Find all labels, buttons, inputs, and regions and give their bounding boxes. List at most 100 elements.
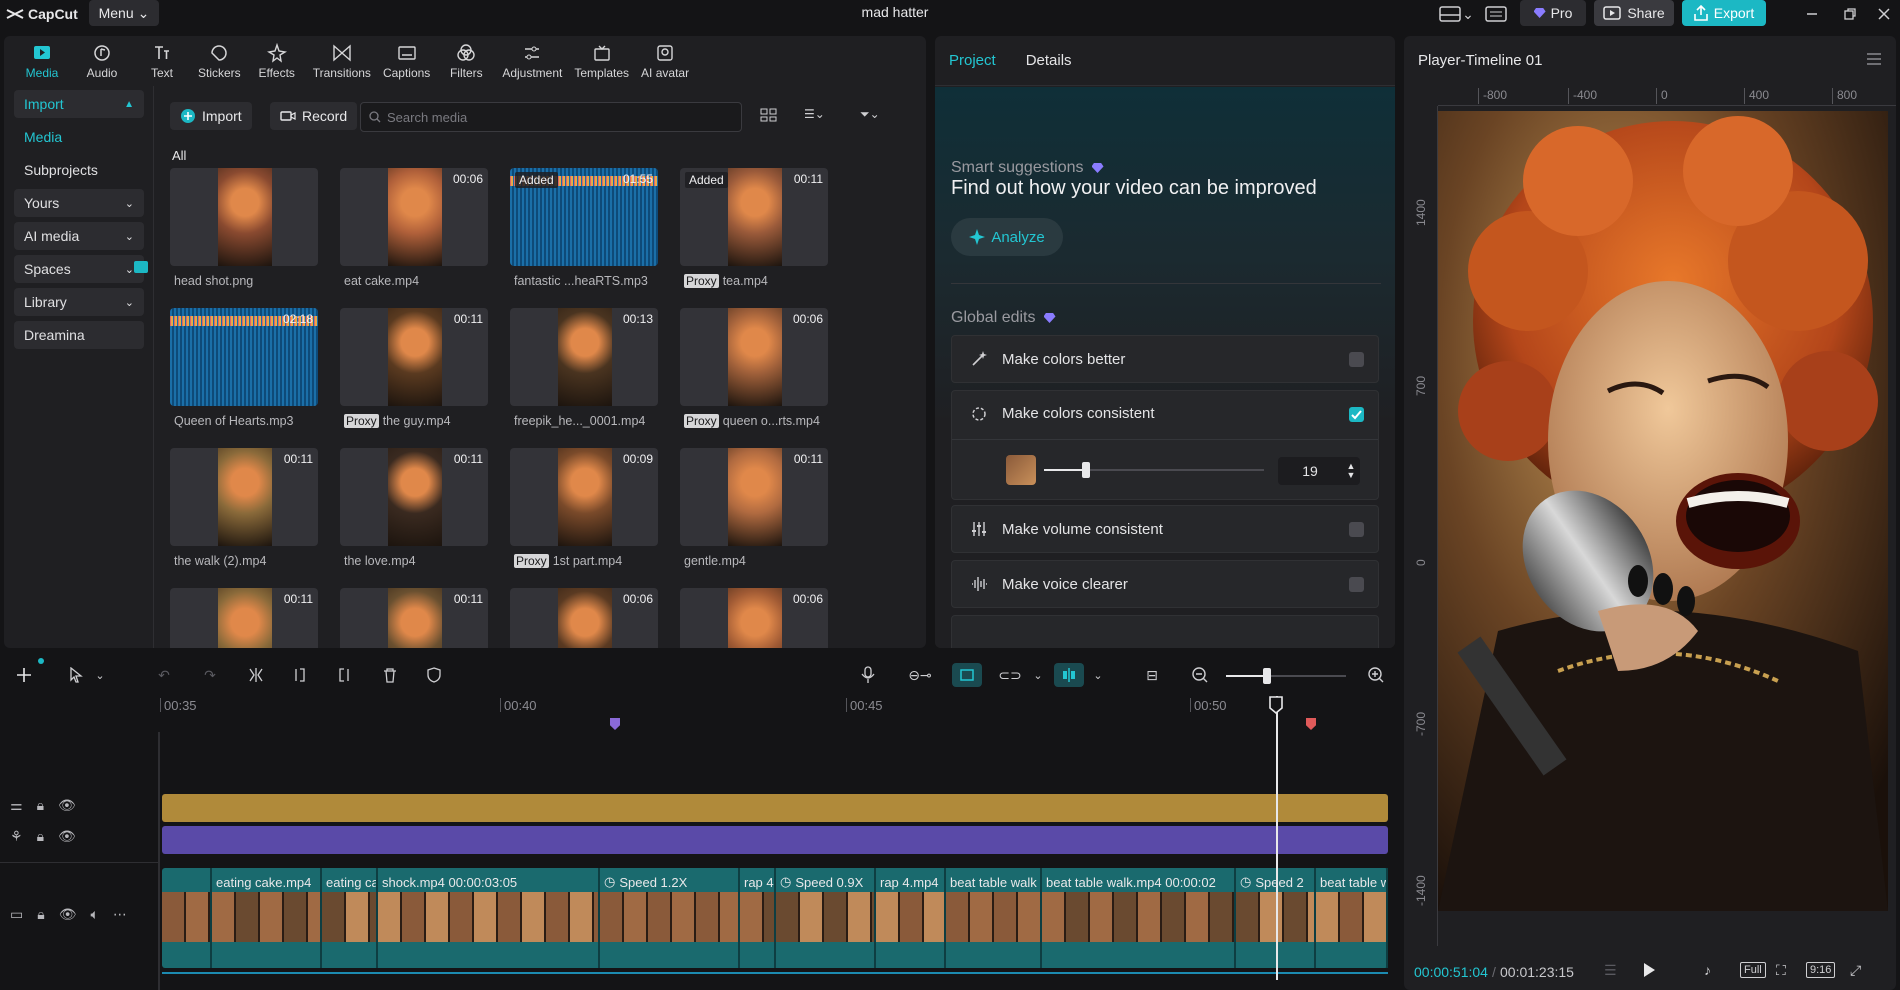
aspect-ratio-button[interactable]: 9:16: [1806, 962, 1836, 978]
nav-subprojects[interactable]: Subprojects: [14, 156, 144, 184]
media-thumbnail[interactable]: 00:06: [680, 308, 828, 406]
effect-clip[interactable]: [162, 826, 1388, 854]
linkage-icon[interactable]: ⊂⊃: [998, 663, 1022, 687]
minimize-icon[interactable]: [1798, 3, 1826, 25]
split-icon[interactable]: [244, 663, 268, 687]
fullscreen-icon[interactable]: ⤢: [1850, 962, 1861, 979]
video-clip[interactable]: [162, 868, 212, 968]
preview-axis-chevron-icon[interactable]: ⌄: [1086, 663, 1110, 687]
eye-icon[interactable]: 👁︎: [58, 797, 76, 814]
edit-make-colors-better[interactable]: Make colors better: [951, 335, 1379, 383]
grid-view-icon[interactable]: [760, 107, 778, 123]
make-volume-consistent-checkbox[interactable]: [1349, 522, 1364, 537]
lock-icon[interactable]: 🔒︎: [37, 828, 44, 845]
shield-icon[interactable]: [422, 663, 446, 687]
tab-audio[interactable]: Audio: [72, 36, 132, 86]
share-button[interactable]: Share: [1594, 0, 1674, 26]
more-icon[interactable]: ⋯: [113, 906, 127, 923]
video-clip[interactable]: ◷ Speed 0.9X: [776, 868, 876, 968]
player-menu-icon[interactable]: [1866, 52, 1882, 66]
media-thumbnail[interactable]: 01:55 Added: [510, 168, 658, 266]
adjustment-clip[interactable]: [162, 794, 1388, 822]
record-button[interactable]: Record: [270, 102, 358, 130]
media-thumbnail[interactable]: 00:11: [340, 448, 488, 546]
nav-ai-media[interactable]: AI media ⌄: [14, 222, 144, 250]
video-clip[interactable]: eating ca: [322, 868, 378, 968]
media-thumbnail[interactable]: 00:11 Added: [680, 168, 828, 266]
playhead-handle[interactable]: [1268, 696, 1284, 714]
tab-details[interactable]: Details: [1026, 52, 1072, 69]
fit-screen-icon[interactable]: ⛶: [1776, 962, 1786, 979]
tab-filters[interactable]: Filters: [436, 36, 496, 86]
intensity-slider[interactable]: [1044, 462, 1264, 478]
tab-templates[interactable]: Templates: [568, 36, 635, 86]
undo-icon[interactable]: ↶: [152, 663, 176, 687]
video-clip[interactable]: beat table walk: [946, 868, 1042, 968]
lock-icon[interactable]: 🔒︎: [37, 797, 44, 814]
redo-icon[interactable]: ↷: [198, 663, 222, 687]
pro-button[interactable]: Pro: [1520, 0, 1586, 26]
sort-icon[interactable]: ☰⌄: [804, 107, 825, 121]
media-thumbnail[interactable]: 00:11: [340, 308, 488, 406]
media-thumbnail[interactable]: 02:18: [170, 308, 318, 406]
close-icon[interactable]: [1870, 3, 1898, 25]
tab-media[interactable]: Media: [12, 36, 72, 86]
play-icon[interactable]: [1642, 962, 1656, 978]
media-thumbnail[interactable]: 00:09: [510, 448, 658, 546]
magnet-snap-icon[interactable]: [952, 663, 982, 687]
preview-axis-icon[interactable]: [1054, 663, 1084, 687]
import-button[interactable]: Import: [170, 102, 252, 130]
media-thumbnail[interactable]: [170, 168, 318, 266]
eye-icon[interactable]: 👁︎: [58, 828, 76, 845]
shortcuts-icon[interactable]: [1482, 3, 1510, 25]
media-thumbnail[interactable]: 00:11: [340, 588, 488, 648]
media-thumbnail[interactable]: 00:11: [170, 588, 318, 648]
full-quality-button[interactable]: Full: [1740, 962, 1766, 978]
grid-icon[interactable]: ☰: [1604, 962, 1617, 979]
delete-icon[interactable]: [378, 663, 402, 687]
timeline-zoom-slider[interactable]: [1226, 668, 1346, 684]
zoom-out-icon[interactable]: [1188, 663, 1212, 687]
tab-captions[interactable]: Captions: [377, 36, 436, 86]
zoom-in-icon[interactable]: [1364, 663, 1388, 687]
intensity-stepper[interactable]: 19 ▲ ▼: [1278, 457, 1360, 485]
stepper-arrows-icon[interactable]: ▲ ▼: [1342, 462, 1360, 480]
nav-library[interactable]: Library ⌄: [14, 288, 144, 316]
video-clip[interactable]: eating cake.mp4: [212, 868, 322, 968]
search-media-input[interactable]: Search media: [360, 102, 742, 132]
tab-effects[interactable]: Effects: [247, 36, 307, 86]
reference-thumbnail[interactable]: [1006, 455, 1036, 485]
tab-ai-avatar[interactable]: AI avatar: [635, 36, 695, 86]
media-thumbnail[interactable]: 00:11: [170, 448, 318, 546]
trim-left-icon[interactable]: [288, 663, 312, 687]
microphone-icon[interactable]: [856, 663, 880, 687]
zoom-slider-handle[interactable]: [1262, 668, 1271, 684]
video-clip[interactable]: rap 4.mp4: [876, 868, 946, 968]
edit-make-colors-consistent[interactable]: Make colors consistent 19 ▲ ▼: [951, 390, 1379, 500]
select-tool-icon[interactable]: [64, 663, 88, 687]
main-video-track[interactable]: eating cake.mp4 eating ca shock.mp4 00:00:…: [162, 868, 1388, 968]
tab-transitions[interactable]: Transitions: [307, 36, 377, 86]
nav-spaces[interactable]: Spaces ⌄: [14, 255, 144, 283]
nav-media[interactable]: Media: [14, 123, 144, 151]
video-clip[interactable]: beat table walk.: [1316, 868, 1388, 968]
edit-make-voice-clearer[interactable]: Make voice clearer: [951, 560, 1379, 608]
eye-icon[interactable]: 👁︎: [59, 906, 77, 923]
select-chevron-icon[interactable]: ⌄: [88, 663, 112, 687]
restore-icon[interactable]: [1836, 3, 1864, 25]
link-clips-icon[interactable]: ⊖⊸: [908, 663, 932, 687]
nav-dreamina[interactable]: Dreamina: [14, 321, 144, 349]
make-voice-clearer-checkbox[interactable]: [1349, 577, 1364, 592]
intensity-value[interactable]: 19: [1278, 463, 1342, 479]
make-colors-better-checkbox[interactable]: [1349, 352, 1364, 367]
media-thumbnail[interactable]: 00:13: [510, 308, 658, 406]
analyze-button[interactable]: Analyze: [951, 218, 1063, 256]
video-clip[interactable]: beat table walk.mp4 00:00:02: [1042, 868, 1236, 968]
filter-icon[interactable]: ⏷⌄: [860, 107, 880, 122]
nav-import[interactable]: Import ▲: [14, 90, 144, 118]
nav-yours[interactable]: Yours ⌄: [14, 189, 144, 217]
caption-track-icon[interactable]: ⊟: [1140, 663, 1164, 687]
media-thumbnail[interactable]: 00:06: [510, 588, 658, 648]
video-clip[interactable]: rap 4.m: [740, 868, 776, 968]
tab-adjustment[interactable]: Adjustment: [496, 36, 568, 86]
